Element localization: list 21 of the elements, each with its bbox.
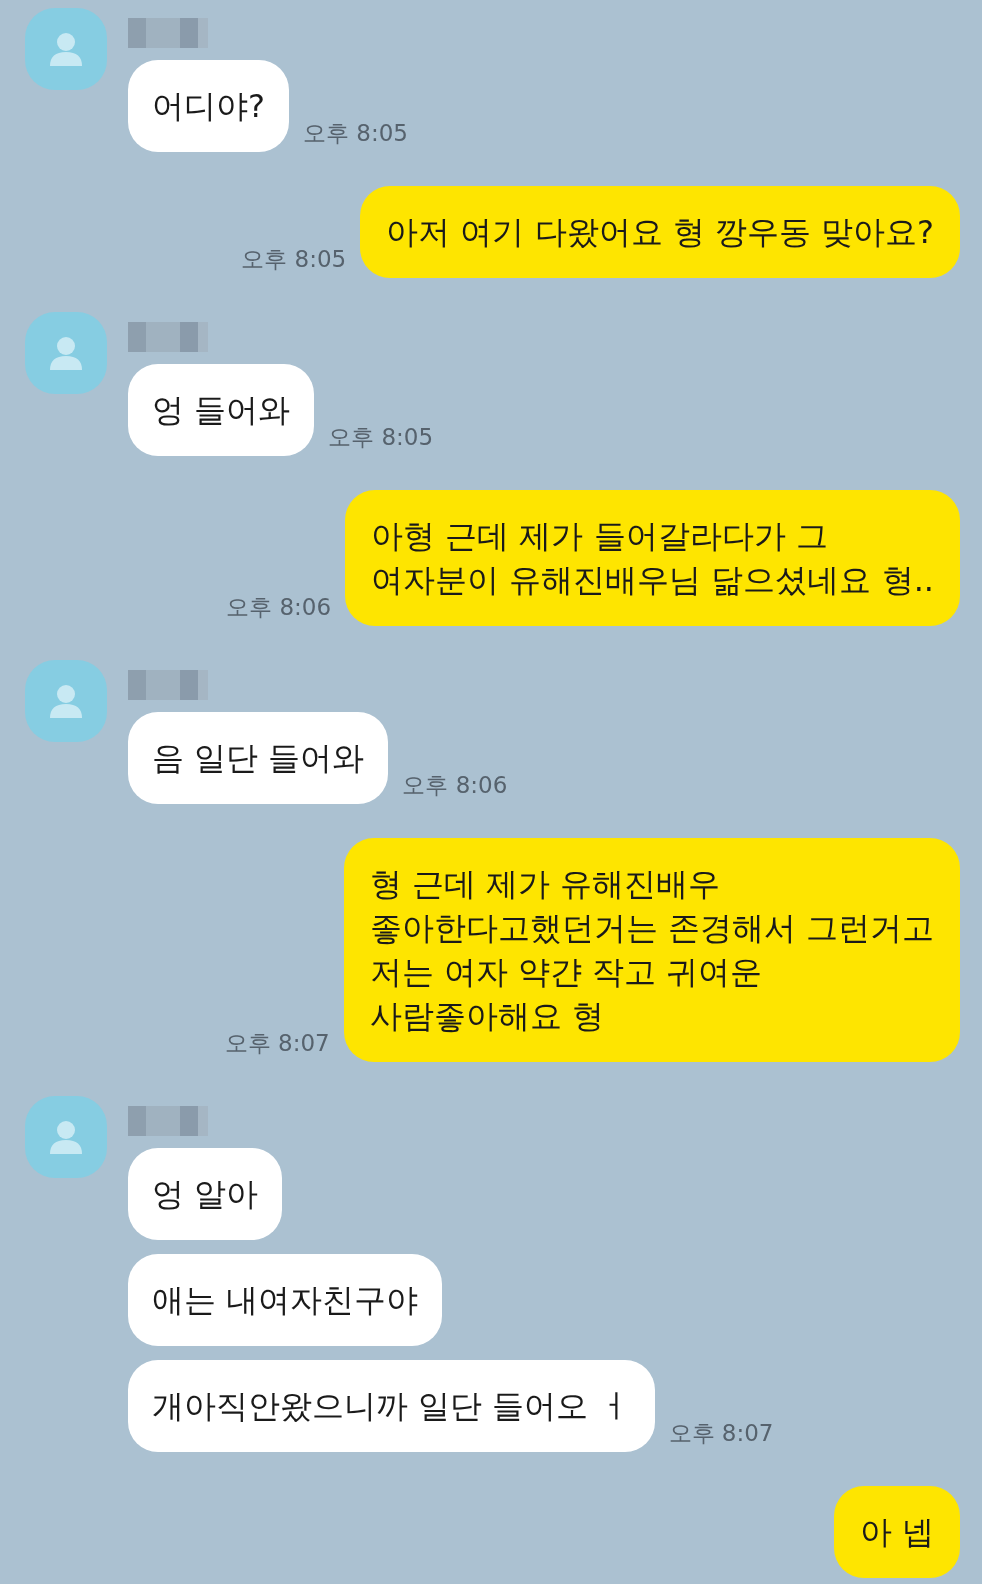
message-time: 오후 8:07 (668, 1418, 774, 1448)
message-bubble: 아저 여기 다왔어요 형 깡우동 맞아요? (360, 186, 960, 278)
message-bubble: 음 일단 들어와 (128, 712, 389, 804)
message-bubble: 엉 알아 (128, 1148, 283, 1240)
message-time: 오후 8:06 (226, 592, 332, 622)
message-bubble: 어디야? (128, 60, 289, 152)
message-bubble: 아 넵 (833, 1486, 960, 1578)
message-bubble: 아형 근데 제가 들어갈라다가 그 여자분이 유해진배우님 닮으셨네요 형.. (345, 490, 960, 626)
message-time: 오후 8:05 (303, 118, 408, 148)
message-bubble: 형 근데 제가 유해진배우 좋아한다고했던거는 존경해서 그런거고 저는 여자 약갼 작고 귀여운 사람좋아해요 형 (343, 838, 960, 1062)
message-time: 오후 8:07 (224, 1028, 330, 1058)
person-icon (48, 336, 84, 370)
person-icon (48, 32, 84, 66)
message-time: 오후 8:06 (402, 770, 508, 800)
person-icon (48, 1120, 84, 1154)
message-bubble: 개아직안왔으니까 일단 들어오 ㅓ (128, 1360, 655, 1452)
message-bubble: 애는 내여자친구야 (128, 1254, 443, 1346)
message-bubble: 엉 들어와 (128, 364, 315, 456)
message-time: 오후 8:05 (241, 244, 347, 274)
message-time: 오후 8:05 (328, 422, 434, 452)
person-icon (48, 684, 84, 718)
